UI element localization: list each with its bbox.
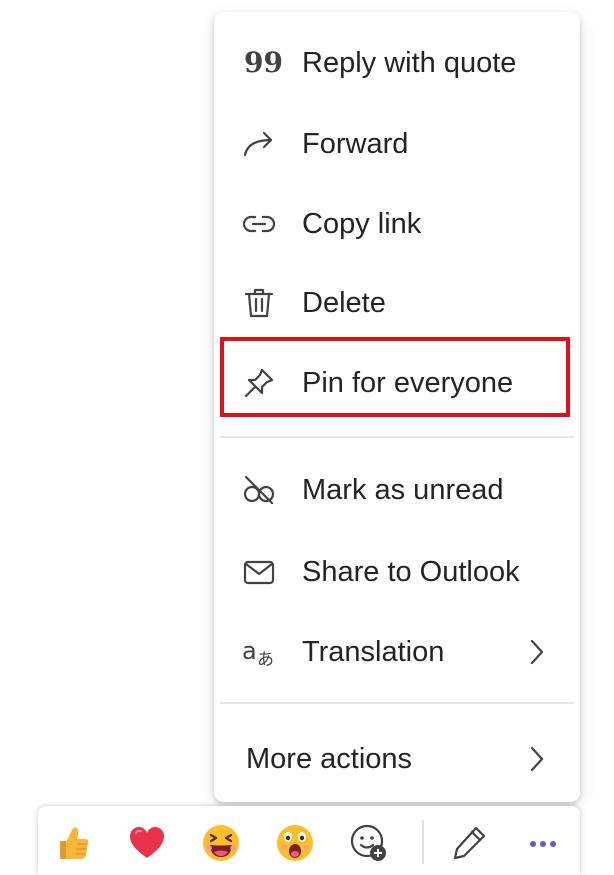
reaction-bar-divider: [422, 820, 424, 864]
menu-item-label: Delete: [302, 286, 386, 319]
menu-item-more-actions[interactable]: More actions: [214, 728, 580, 790]
quote-icon: 99: [242, 46, 283, 80]
reaction-bar: [38, 806, 580, 875]
menu-item-label: Forward: [302, 127, 409, 160]
menu-divider: [220, 702, 574, 704]
menu-item-label: Mark as unread: [302, 473, 504, 506]
add-reaction-icon: [350, 824, 386, 861]
react-laugh-button[interactable]: [198, 820, 244, 866]
eye-off-icon: [242, 473, 276, 507]
chevron-right-icon: [528, 637, 546, 667]
menu-item-label: More actions: [246, 742, 413, 775]
translate-icon: a あ: [242, 635, 276, 670]
react-like-button[interactable]: [50, 820, 96, 866]
chevron-right-icon: [528, 744, 546, 774]
trash-icon: [242, 286, 276, 320]
edit-pencil-icon: [453, 826, 486, 860]
context-menu: 99 Reply with quote Forward Copy link De…: [214, 12, 580, 802]
menu-divider: [220, 436, 574, 438]
more-options-icon: [530, 841, 556, 847]
menu-item-reply-with-quote[interactable]: 99 Reply with quote: [214, 32, 580, 94]
link-icon: [242, 207, 276, 241]
menu-item-forward[interactable]: Forward: [214, 113, 580, 175]
heart-icon: [130, 827, 164, 858]
edit-button[interactable]: [446, 820, 492, 866]
svg-text:a: a: [242, 637, 257, 665]
menu-item-label: Reply with quote: [302, 46, 517, 79]
forward-arrow-icon: [242, 127, 276, 161]
menu-item-share-to-outlook[interactable]: Share to Outlook: [214, 541, 580, 603]
surprised-face-icon: [277, 825, 313, 861]
mail-icon: [242, 555, 276, 589]
menu-item-label: Pin for everyone: [302, 366, 514, 399]
menu-item-label: Copy link: [302, 207, 422, 240]
pin-icon: [242, 366, 276, 400]
react-heart-button[interactable]: [124, 820, 170, 866]
menu-item-mark-as-unread[interactable]: Mark as unread: [214, 459, 580, 521]
svg-text:99: 99: [244, 46, 283, 79]
laughing-face-icon: [203, 825, 239, 861]
add-reaction-button[interactable]: [346, 820, 392, 866]
thumbs-up-icon: [60, 827, 89, 859]
react-surprised-button[interactable]: [272, 820, 318, 866]
svg-text:あ: あ: [257, 650, 274, 670]
menu-item-delete[interactable]: Delete: [214, 272, 580, 334]
menu-item-label: Share to Outlook: [302, 555, 520, 588]
menu-item-translation[interactable]: a あ Translation: [214, 621, 580, 683]
menu-item-label: Translation: [302, 635, 445, 668]
menu-item-pin-for-everyone[interactable]: Pin for everyone: [214, 352, 580, 414]
menu-item-copy-link[interactable]: Copy link: [214, 193, 580, 255]
screen: 99 Reply with quote Forward Copy link De…: [0, 0, 614, 875]
more-options-button[interactable]: [520, 820, 566, 866]
